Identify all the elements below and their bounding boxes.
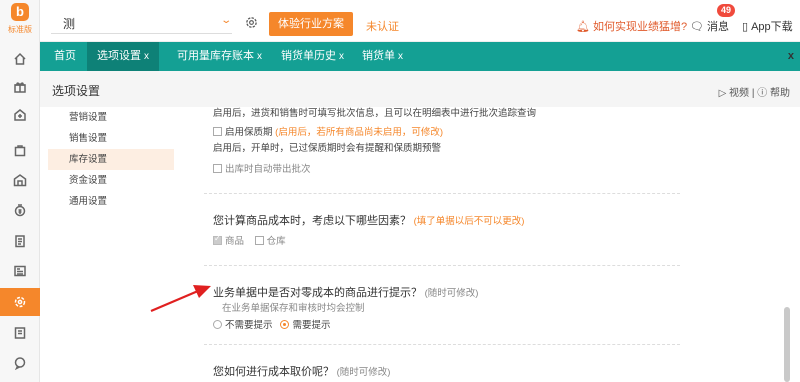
shelf-life-label: 启用保质期 — [225, 127, 273, 138]
tab-label: 选项设置 — [97, 50, 141, 62]
auto-batch-checkbox[interactable] — [213, 164, 222, 173]
zero-cost-question-text: 业务单据中是否对零成本的商品进行提示？ — [213, 287, 422, 299]
cost-price-question-text: 您如何进行成本取价呢？ — [213, 366, 334, 378]
tab-bar: 首页 选项设置 x 可用量库存账本 x 销货单历史 x 销货单 x x — [40, 42, 800, 71]
settings-icon[interactable] — [0, 288, 40, 316]
settings-content: 启用后，进货和销售时可填写批次信息，且可以在明细表中进行批次追踪查询 启用保质期… — [200, 107, 780, 382]
money-icon[interactable] — [0, 197, 40, 223]
close-all-tabs-icon[interactable]: x — [788, 50, 794, 62]
divider — [204, 265, 680, 266]
left-rail: b 标准版 — [0, 0, 40, 382]
tab-inventory-ledger[interactable]: 可用量库存账本 x — [167, 42, 272, 71]
nav-item-sales[interactable]: 销售设置 — [48, 128, 174, 149]
company-selector[interactable]: 测 ⌄ — [51, 12, 232, 34]
product-checkbox[interactable] — [213, 234, 222, 245]
messages-button[interactable]: 🗨︎ 消息 — [690, 18, 729, 34]
auto-batch-label: 出库时自动带出批次 — [225, 164, 311, 175]
nav-item-funds[interactable]: 资金设置 — [48, 170, 174, 191]
bell-icon: 🔔︎ — [576, 20, 590, 33]
zero-cost-note: 在业务单据保存和审核时均会控制 — [222, 303, 365, 314]
close-icon[interactable]: x — [398, 51, 403, 62]
tab-label: 销货单历史 — [281, 50, 336, 62]
cost-price-question: 您如何进行成本取价呢？ (随时可修改) — [213, 363, 390, 379]
unverified-link[interactable]: 未认证 — [366, 18, 399, 34]
chevron-down-icon: ⌄ — [219, 15, 232, 26]
shelf-life-hint: (启用后，若所有商品尚未启用，可修改) — [275, 127, 443, 138]
tab-sales-order[interactable]: 销货单 x — [352, 42, 413, 71]
warehouse-label: 仓库 — [266, 236, 286, 247]
help-link[interactable]: 帮助 — [770, 88, 790, 99]
no-prompt-radio[interactable] — [213, 320, 222, 329]
cost-question-text: 您计算商品成本时，考虑以下哪些因素？ — [213, 215, 411, 227]
divider: | — [751, 88, 755, 99]
tab-sales-history[interactable]: 销货单历史 x — [271, 42, 354, 71]
report-icon[interactable] — [0, 228, 40, 254]
help-icon: ⓘ — [757, 88, 768, 99]
play-icon: ▷ — [718, 88, 727, 99]
nav-item-inventory[interactable]: 库存设置 — [48, 149, 174, 170]
auto-batch-option[interactable]: 出库时自动带出批次 — [213, 161, 311, 175]
page-header: 选项设置 ▷ 视频 | ⓘ 帮助 — [40, 71, 800, 107]
trial-industry-button[interactable]: 体验行业方案 — [269, 12, 353, 36]
cost-factors-question: 您计算商品成本时，考虑以下哪些因素？ (填了单据以后不可以更改) — [213, 212, 524, 228]
need-prompt-radio[interactable] — [280, 320, 290, 329]
shelf-life-note: 启用后，开单时，已过保质期时会有提醒和保质期预警 — [213, 143, 442, 154]
mobile-icon: ▯ — [742, 20, 749, 33]
tab-label: 首页 — [54, 50, 76, 62]
divider — [204, 344, 680, 345]
nav-item-general[interactable]: 通用设置 — [48, 191, 174, 212]
app-download-label: App下载 — [751, 21, 793, 33]
gift-icon[interactable] — [0, 74, 40, 100]
app-logo[interactable]: b 标准版 — [3, 3, 37, 39]
company-name: 测 — [63, 17, 76, 31]
page-title: 选项设置 — [52, 84, 101, 98]
messages-count-badge: 49 — [717, 4, 736, 17]
tab-label: 可用量库存账本 — [177, 50, 254, 62]
shelf-life-checkbox[interactable] — [213, 127, 222, 136]
warehouse-icon[interactable] — [0, 167, 40, 193]
close-icon[interactable]: x — [144, 51, 149, 62]
cost-question-hint: (填了单据以后不可以更改) — [413, 216, 525, 227]
ledger-icon[interactable] — [0, 258, 40, 284]
logo-icon: b — [11, 3, 29, 21]
zero-cost-options: 不需要提示 需要提示 — [213, 317, 330, 331]
scrollbar-thumb[interactable] — [784, 307, 790, 382]
gear-icon[interactable] — [245, 16, 258, 29]
purchase-icon[interactable] — [0, 102, 40, 128]
logo-text: 标准版 — [8, 25, 32, 34]
video-link[interactable]: 视频 — [729, 88, 749, 99]
warehouse-checkbox[interactable] — [254, 236, 264, 245]
tab-label: 销货单 — [362, 50, 395, 62]
home-icon[interactable] — [0, 46, 40, 72]
howto-label: 如何实现业绩猛增? — [592, 21, 688, 33]
bag-icon[interactable] — [0, 137, 40, 163]
zero-cost-question: 业务单据中是否对零成本的商品进行提示？ (随时可修改) — [213, 284, 478, 300]
message-icon: 🗨︎ — [690, 20, 704, 33]
help-links: ▷ 视频 | ⓘ 帮助 — [719, 84, 790, 99]
zero-cost-hint: (随时可修改) — [424, 288, 479, 299]
shelf-life-option[interactable]: 启用保质期 (启用后，若所有商品尚未启用，可修改) — [213, 124, 443, 138]
cost-price-hint: (随时可修改) — [336, 367, 391, 378]
batch-note: 启用后，进货和销售时可填写批次信息，且可以在明细表中进行批次追踪查询 — [213, 108, 537, 119]
close-icon[interactable]: x — [339, 51, 344, 62]
divider — [204, 193, 680, 194]
cost-factors-options: 商品 仓库 — [213, 233, 286, 247]
top-bar: 测 ⌄ 体验行业方案 未认证 🔔︎ 如何实现业绩猛增? 🗨︎ 消息 49 ▯ A… — [40, 0, 800, 42]
howto-link[interactable]: 🔔︎ 如何实现业绩猛增? — [576, 18, 687, 34]
tab-options-settings[interactable]: 选项设置 x — [87, 42, 159, 71]
chat-icon[interactable] — [0, 350, 40, 376]
tab-home[interactable]: 首页 — [44, 42, 86, 71]
no-prompt-label: 不需要提示 — [225, 320, 273, 331]
settings-nav: 营销设置 销售设置 库存设置 资金设置 通用设置 — [48, 107, 174, 212]
need-prompt-label: 需要提示 — [292, 320, 331, 331]
notes-icon[interactable] — [0, 320, 40, 346]
messages-label: 消息 — [706, 21, 729, 33]
app-download-button[interactable]: ▯ App下载 — [742, 18, 793, 34]
nav-item-marketing[interactable]: 营销设置 — [48, 107, 174, 128]
close-icon[interactable]: x — [257, 51, 262, 62]
content-scrollbar[interactable] — [782, 107, 792, 382]
product-label: 商品 — [225, 236, 245, 247]
